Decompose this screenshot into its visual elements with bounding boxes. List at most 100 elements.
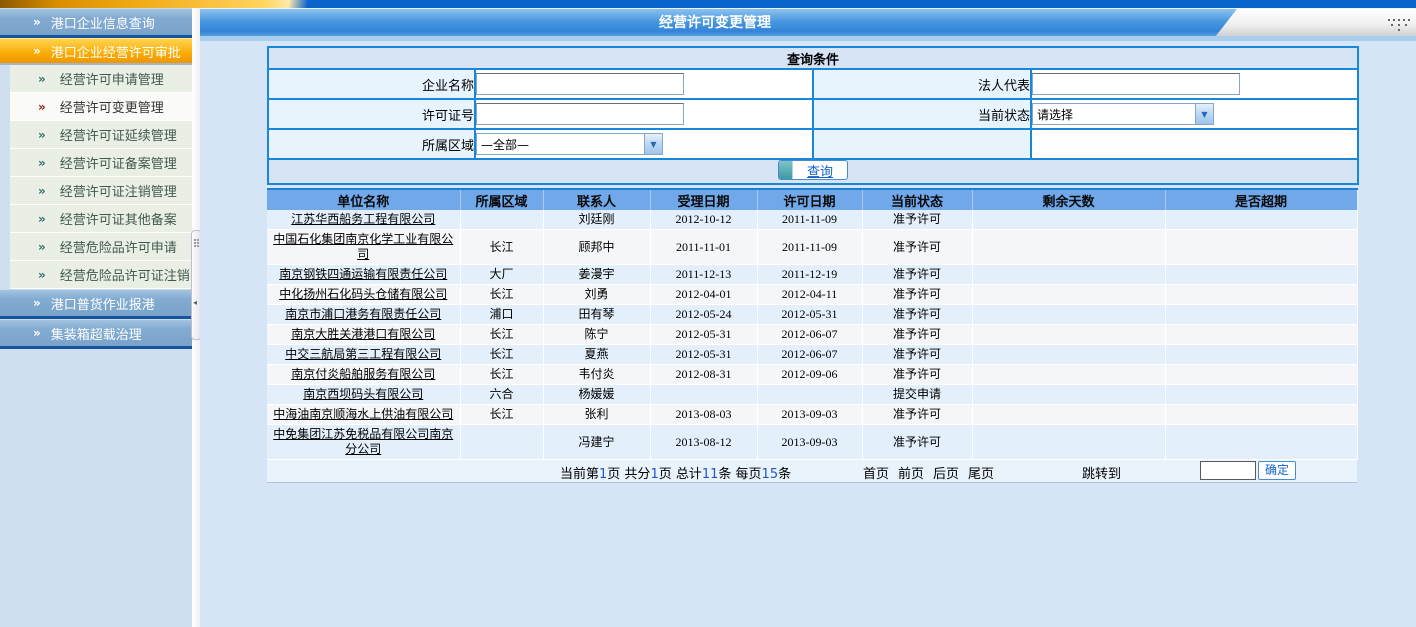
sidebar-subitem-4[interactable]: »经营许可证备案管理 [10, 149, 192, 177]
company-name-link[interactable]: 中交三航局第三工程有限公司 [285, 347, 441, 361]
region-cell: 长江 [460, 325, 543, 345]
dropdown-arrow-icon[interactable]: ▼ [644, 134, 662, 154]
sidebar-item-cargo-report[interactable]: » 港口普货作业报港 [0, 289, 192, 319]
sidebar-item-label: 港口企业经营许可审批 [51, 42, 181, 61]
sidebar-subitem-8[interactable]: » 经营危险品许可证注销 [10, 261, 192, 289]
contact-cell: 刘勇 [543, 285, 650, 305]
remaining-days-cell [972, 345, 1165, 365]
page-count-number: 11 [702, 467, 719, 482]
company-name-link[interactable]: 南京市浦口港务有限责任公司 [285, 307, 441, 321]
submenu-item-label: 经营危险品许可证注销 [60, 265, 190, 284]
company-name-link[interactable]: 中海油南京顺海水上供油有限公司 [273, 407, 453, 421]
company-name-link[interactable]: 江苏华西船务工程有限公司 [291, 212, 435, 226]
sidebar-subitem-6[interactable]: »经营许可证其他备案 [10, 205, 192, 233]
company-name-link[interactable]: 南京大胜关港港口有限公司 [291, 327, 435, 341]
accept-date-cell: 2012-04-01 [650, 285, 757, 305]
column-header: 是否超期 [1165, 189, 1357, 210]
overdue-cell [1165, 425, 1357, 460]
page-count-text: 条 每页 [718, 467, 761, 482]
column-header: 联系人 [543, 189, 650, 210]
status-cell: 提交申请 [862, 385, 972, 405]
submenu-arrow-icon: » [38, 185, 46, 197]
results-table: 单位名称所属区域联系人受理日期许可日期当前状态剩余天数是否超期 江苏华西船务工程… [267, 188, 1358, 460]
sidebar-subitem-2[interactable]: »经营许可变更管理 [10, 93, 192, 121]
company-name-link[interactable]: 中化扬州石化码头仓储有限公司 [279, 287, 447, 301]
company-name-link[interactable]: 南京西坝码头有限公司 [303, 387, 423, 401]
company-name-link[interactable]: 南京付炎船舶服务有限公司 [291, 367, 435, 381]
sidebar-submenu: »经营许可申请管理»经营许可变更管理»经营许可证延续管理»经营许可证备案管理»经… [10, 65, 192, 289]
page-count-text: 当前第 [560, 467, 599, 482]
sidebar-item-license-approval[interactable]: » 港口企业经营许可审批 [0, 38, 192, 65]
company-name-cell: 南京市浦口港务有限责任公司 [267, 305, 460, 325]
page-count-text: 条 [778, 467, 791, 482]
region-cell: 大厂 [460, 265, 543, 285]
page-title: 经营许可变更管理 [200, 9, 1230, 37]
content-header-bar: 经营许可变更管理 [200, 8, 1416, 37]
sidebar-item-label: 港口企业信息查询 [51, 13, 155, 32]
sidebar-subitem-7[interactable]: » 经营危险品许可申请 [10, 233, 192, 261]
results-header-row: 单位名称所属区域联系人受理日期许可日期当前状态剩余天数是否超期 [267, 189, 1357, 210]
overdue-cell [1165, 385, 1357, 405]
sidebar-subitem-1[interactable]: »经营许可申请管理 [10, 65, 192, 93]
region-select[interactable]: —全部— ▼ [476, 133, 663, 155]
banner-gold-swoosh [0, 0, 320, 8]
dropdown-arrow-icon[interactable]: ▼ [1195, 104, 1213, 124]
accept-date-cell: 2012-05-31 [650, 345, 757, 365]
remaining-days-cell [972, 425, 1165, 460]
region-cell: 长江 [460, 405, 543, 425]
column-header: 当前状态 [862, 189, 972, 210]
license-date-cell: 2012-05-31 [757, 305, 862, 325]
region-cell: 长江 [460, 285, 543, 305]
first-page-link[interactable]: 首页 [863, 467, 889, 482]
remaining-days-cell [972, 365, 1165, 385]
search-button[interactable]: 查询 [778, 160, 848, 180]
pagination-bar: 当前第1页 共分1页 总计11条 每页15条 首页前页后页尾页 跳转到 确定 [267, 460, 1357, 483]
menu-arrow-icon: » [33, 327, 41, 339]
overdue-cell [1165, 265, 1357, 285]
sidebar-subitem-5[interactable]: »经营许可证注销管理 [10, 177, 192, 205]
table-row: 中国石化集团南京化学工业有限公司长江顾邦中2011-11-012011-11-0… [267, 230, 1357, 265]
search-button-label: 查询 [793, 161, 847, 180]
overdue-cell [1165, 365, 1357, 385]
accept-date-cell [650, 385, 757, 405]
submenu-arrow-icon: » [38, 241, 46, 253]
last-page-link[interactable]: 尾页 [968, 467, 994, 482]
pagination-summary: 当前第1页 共分1页 总计11条 每页15条 [560, 463, 791, 482]
submenu-item-label: 经营许可证备案管理 [60, 153, 177, 172]
menu-arrow-icon: » [33, 297, 41, 309]
license-date-cell: 2012-06-07 [757, 325, 862, 345]
company-name-link[interactable]: 南京钢铁四通运输有限责任公司 [279, 267, 447, 281]
license-no-input[interactable] [476, 103, 684, 125]
enterprise-name-input[interactable] [476, 73, 684, 95]
contact-cell: 顾邦中 [543, 230, 650, 265]
table-row: 南京市浦口港务有限责任公司浦口田有琴2012-05-242012-05-31准予… [267, 305, 1357, 325]
accept-date-cell: 2013-08-12 [650, 425, 757, 460]
remaining-days-cell [972, 230, 1165, 265]
jump-page-input[interactable] [1200, 461, 1256, 480]
sidebar-subitem-3[interactable]: »经营许可证延续管理 [10, 121, 192, 149]
table-row: 南京钢铁四通运输有限责任公司大厂姜漫宇2011-12-132011-12-19准… [267, 265, 1357, 285]
region-cell: 浦口 [460, 305, 543, 325]
contact-cell: 夏燕 [543, 345, 650, 365]
sidebar: » 港口企业信息查询 » 港口企业经营许可审批 »经营许可申请管理»经营许可变更… [0, 8, 192, 627]
region-value: —全部— [477, 136, 644, 153]
confirm-button[interactable]: 确定 [1258, 461, 1296, 480]
company-name-link[interactable]: 中国石化集团南京化学工业有限公司 [273, 232, 453, 261]
current-status-select[interactable]: 请选择 ▼ [1032, 103, 1214, 125]
company-name-cell: 南京西坝码头有限公司 [267, 385, 460, 405]
search-button-cap [779, 161, 793, 179]
submenu-arrow-icon: » [38, 269, 46, 281]
sidebar-item-label: 集装箱超载治理 [51, 324, 142, 343]
contact-cell: 韦付炎 [543, 365, 650, 385]
submenu-item-label: 经营危险品许可申请 [60, 237, 177, 256]
remaining-days-cell [972, 210, 1165, 230]
prev-page-link[interactable]: 前页 [898, 467, 924, 482]
legal-rep-input[interactable] [1032, 73, 1240, 95]
next-page-link[interactable]: 后页 [933, 467, 959, 482]
submenu-arrow-icon: » [38, 213, 46, 225]
company-name-link[interactable]: 中免集团江苏免税品有限公司南京分公司 [273, 427, 453, 456]
accept-date-cell: 2012-10-12 [650, 210, 757, 230]
region-cell: 长江 [460, 345, 543, 365]
sidebar-item-enterprise-info-query[interactable]: » 港口企业信息查询 [0, 8, 192, 38]
sidebar-item-container-overload[interactable]: » 集装箱超载治理 [0, 319, 192, 349]
